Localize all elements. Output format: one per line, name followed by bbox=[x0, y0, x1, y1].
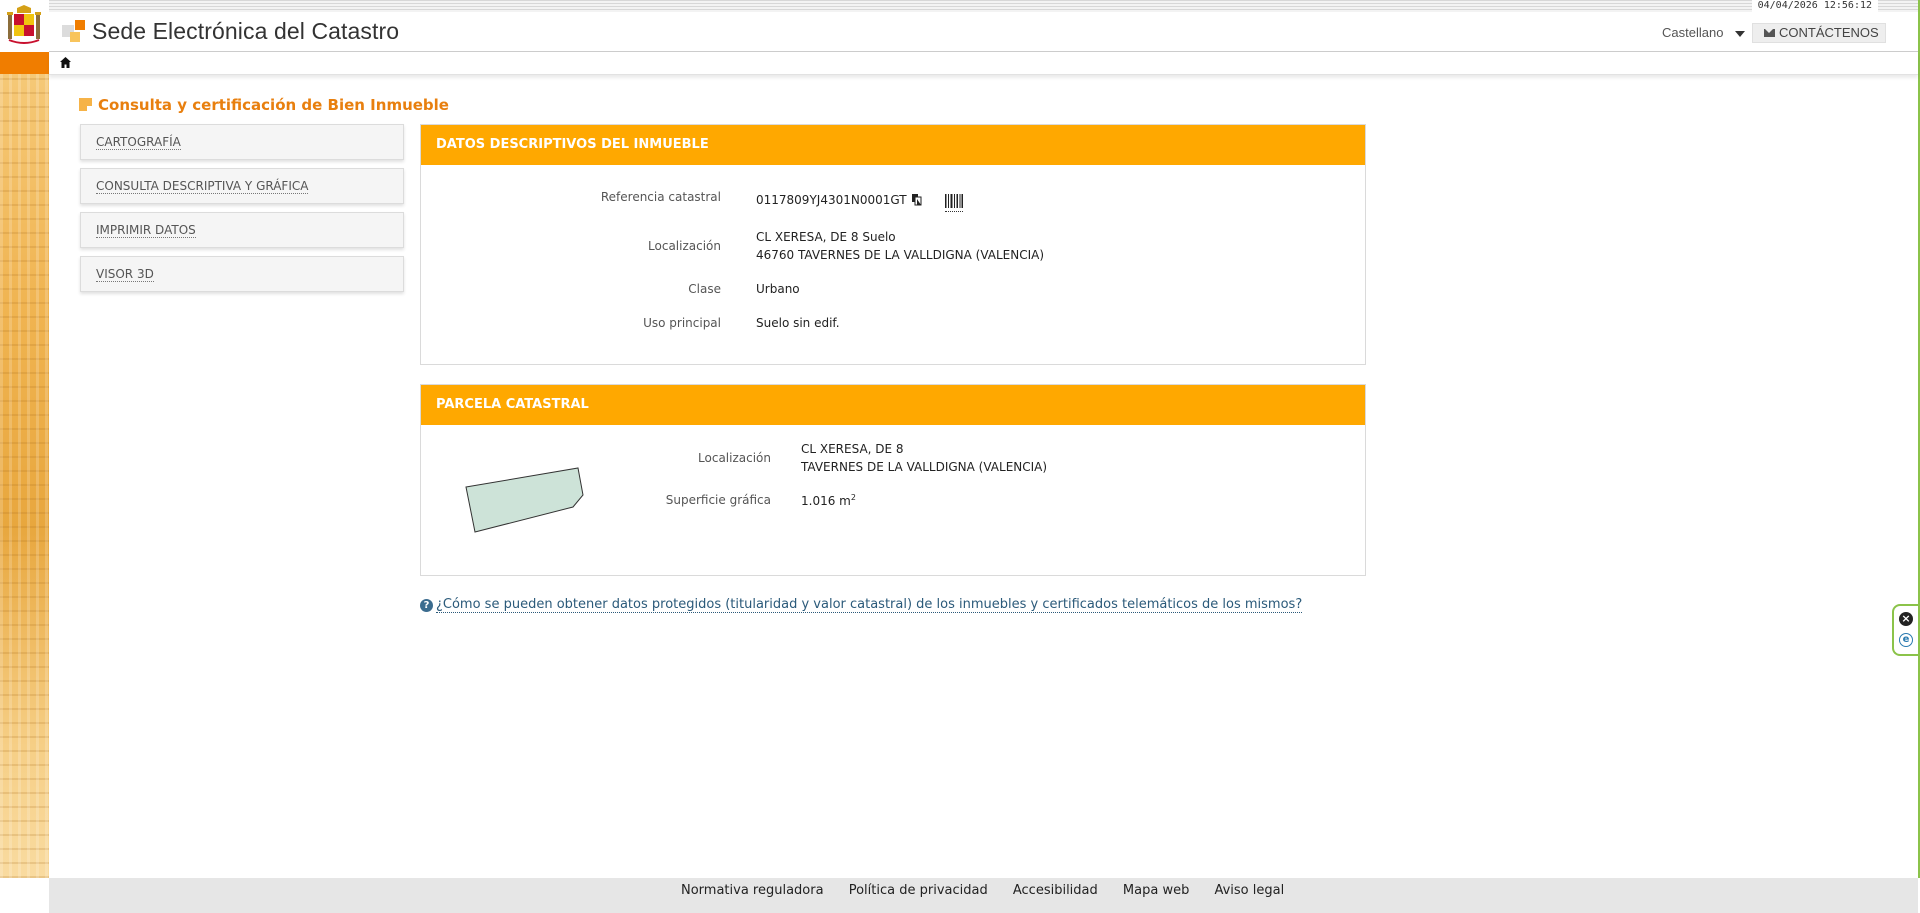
e-icon[interactable]: e bbox=[1899, 633, 1913, 647]
footer-link-aviso-legal[interactable]: Aviso legal bbox=[1214, 883, 1284, 898]
top-strip bbox=[49, 0, 1918, 12]
panel-title: PARCELA CATASTRAL bbox=[421, 385, 1365, 425]
heading-square-icon bbox=[79, 98, 92, 111]
loc-line1: CL XERESA, DE 8 Suelo bbox=[756, 230, 896, 244]
menu-item-label: VISOR 3D bbox=[96, 267, 154, 282]
floating-widget: × e bbox=[1892, 604, 1918, 656]
barcode-icon[interactable] bbox=[945, 194, 963, 212]
ref-label: Referencia catastral bbox=[600, 190, 721, 204]
parcela-loc-label: Localización bbox=[698, 451, 771, 465]
menu-item-visor-3d[interactable]: VISOR 3D bbox=[80, 256, 404, 292]
chevron-down-icon[interactable] bbox=[1735, 31, 1745, 37]
catastro-logo-icon bbox=[62, 20, 85, 42]
superficie-value: 1.016 m2 bbox=[801, 493, 856, 508]
breadcrumb bbox=[49, 52, 1918, 75]
close-icon[interactable]: × bbox=[1899, 612, 1913, 626]
orange-band bbox=[0, 52, 49, 74]
parcela-loc-line1: CL XERESA, DE 8 bbox=[801, 442, 904, 456]
copy-icon[interactable] bbox=[912, 194, 922, 206]
help-link[interactable]: ¿Cómo se pueden obtener datos protegidos… bbox=[436, 597, 1303, 613]
parcela-catastral-panel: PARCELA CATASTRAL Localización CL XERESA… bbox=[420, 384, 1366, 576]
superficie-unit-exponent: 2 bbox=[850, 493, 856, 502]
contact-button[interactable]: CONTÁCTENOS bbox=[1752, 23, 1886, 43]
superficie-label: Superficie gráfica bbox=[665, 493, 771, 507]
panel-title: DATOS DESCRIPTIVOS DEL INMUEBLE bbox=[421, 125, 1365, 165]
page-title-text: Consulta y certificación de Bien Inmuebl… bbox=[98, 96, 449, 114]
parcel-map-thumbnail[interactable] bbox=[461, 463, 591, 543]
menu-item-consulta[interactable]: CONSULTA DESCRIPTIVA Y GRÁFICA bbox=[80, 168, 404, 204]
clase-value: Urbano bbox=[756, 282, 800, 296]
superficie-number: 1.016 m bbox=[801, 494, 851, 508]
help-icon: ? bbox=[420, 599, 433, 612]
side-decoration bbox=[0, 0, 49, 878]
page-title: Consulta y certificación de Bien Inmuebl… bbox=[79, 96, 449, 114]
footer-link-normativa[interactable]: Normativa reguladora bbox=[681, 883, 824, 898]
footer-link-mapa-web[interactable]: Mapa web bbox=[1123, 883, 1189, 898]
help-link-row: ? ¿Cómo se pueden obtener datos protegido… bbox=[420, 597, 1303, 613]
uso-value: Suelo sin edif. bbox=[756, 316, 840, 330]
side-menu: CARTOGRAFÍA CONSULTA DESCRIPTIVA Y GRÁFI… bbox=[80, 124, 404, 300]
parcela-loc-line2: TAVERNES DE LA VALLDIGNA (VALENCIA) bbox=[801, 460, 1048, 474]
ref-value: 0117809YJ4301N0001GT bbox=[756, 193, 907, 207]
footer-link-privacidad[interactable]: Política de privacidad bbox=[849, 883, 988, 898]
footer-links: Normativa reguladora Política de privaci… bbox=[681, 883, 1305, 898]
menu-item-cartografia[interactable]: CARTOGRAFÍA bbox=[80, 124, 404, 160]
clase-label: Clase bbox=[688, 282, 721, 296]
loc-line2: 46760 TAVERNES DE LA VALLDIGNA (VALENCIA… bbox=[756, 248, 1045, 262]
coat-of-arms-logo[interactable] bbox=[5, 4, 43, 46]
menu-item-label: CONSULTA DESCRIPTIVA Y GRÁFICA bbox=[96, 179, 309, 194]
footer-link-accesibilidad[interactable]: Accesibilidad bbox=[1013, 883, 1098, 898]
datos-descriptivos-panel: DATOS DESCRIPTIVOS DEL INMUEBLE Referenc… bbox=[420, 124, 1366, 365]
menu-item-label: CARTOGRAFÍA bbox=[96, 135, 181, 150]
menu-item-label: IMPRIMIR DATOS bbox=[96, 223, 196, 238]
site-title[interactable]: Sede Electrónica del Catastro bbox=[92, 18, 399, 45]
mail-icon bbox=[1764, 29, 1775, 37]
uso-label: Uso principal bbox=[643, 316, 721, 330]
home-icon[interactable] bbox=[60, 57, 71, 68]
language-select[interactable]: Castellano bbox=[1662, 25, 1723, 40]
menu-item-imprimir[interactable]: IMPRIMIR DATOS bbox=[80, 212, 404, 248]
datetime: 04/04/2026 12:56:12 bbox=[1751, 0, 1878, 12]
contact-label: CONTÁCTENOS bbox=[1779, 25, 1879, 40]
ref-value-row: 0117809YJ4301N0001GT bbox=[756, 193, 922, 207]
loc-label: Localización bbox=[648, 239, 721, 253]
